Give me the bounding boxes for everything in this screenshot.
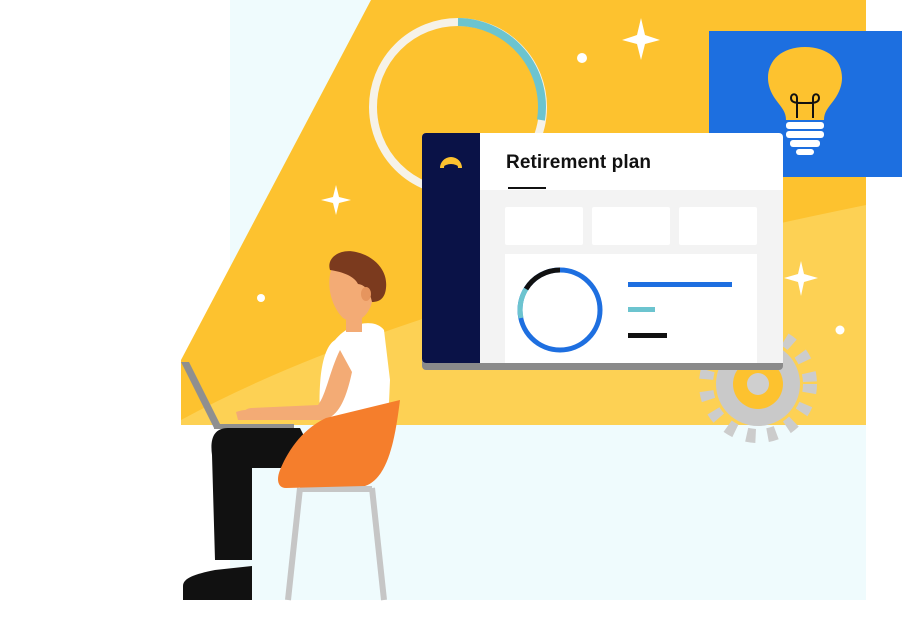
summary-card[interactable] [592, 207, 670, 245]
illustration-scene [181, 0, 902, 601]
legend-bar-black [628, 333, 667, 338]
legend-bar-teal [628, 307, 655, 312]
summary-card[interactable] [679, 207, 757, 245]
summary-card[interactable] [505, 207, 583, 245]
page-title: Retirement plan [506, 152, 652, 173]
title-underline [508, 187, 546, 189]
legend-bar-blue [628, 282, 732, 287]
